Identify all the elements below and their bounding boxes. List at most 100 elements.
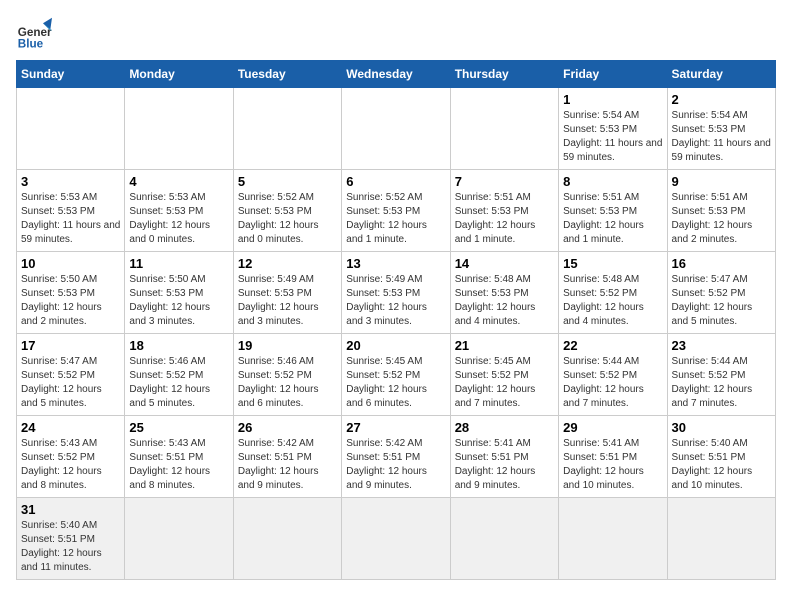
calendar-cell: 9 Sunrise: 5:51 AM Sunset: 5:53 PM Daylig… — [667, 170, 775, 252]
day-info: Sunrise: 5:42 AM Sunset: 5:51 PM Dayligh… — [238, 437, 337, 493]
day-info: Sunrise: 5:50 AM Sunset: 5:53 PM Dayligh… — [129, 273, 228, 329]
calendar-cell: 25 Sunrise: 5:43 AM Sunset: 5:51 PM Dayli… — [125, 416, 233, 498]
day-info: Sunrise: 5:49 AM Sunset: 5:53 PM Dayligh… — [238, 273, 337, 329]
day-info: Sunrise: 5:45 AM Sunset: 5:52 PM Dayligh… — [455, 355, 554, 411]
calendar-cell — [125, 88, 233, 170]
calendar-cell — [125, 498, 233, 580]
day-number: 18 — [129, 338, 228, 353]
calendar-cell: 12 Sunrise: 5:49 AM Sunset: 5:53 PM Dayli… — [233, 252, 341, 334]
day-info: Sunrise: 5:48 AM Sunset: 5:52 PM Dayligh… — [563, 273, 662, 329]
calendar-cell: 3 Sunrise: 5:53 AM Sunset: 5:53 PM Daylig… — [17, 170, 125, 252]
weekday-header-friday: Friday — [559, 61, 667, 88]
calendar-cell: 21 Sunrise: 5:45 AM Sunset: 5:52 PM Dayli… — [450, 334, 558, 416]
day-info: Sunrise: 5:51 AM Sunset: 5:53 PM Dayligh… — [672, 191, 771, 247]
week-row-6: 31 Sunrise: 5:40 AM Sunset: 5:51 PM Dayli… — [17, 498, 776, 580]
day-number: 27 — [346, 420, 445, 435]
day-number: 1 — [563, 92, 662, 107]
day-info: Sunrise: 5:41 AM Sunset: 5:51 PM Dayligh… — [563, 437, 662, 493]
calendar-cell: 10 Sunrise: 5:50 AM Sunset: 5:53 PM Dayli… — [17, 252, 125, 334]
day-number: 6 — [346, 174, 445, 189]
day-info: Sunrise: 5:54 AM Sunset: 5:53 PM Dayligh… — [563, 109, 662, 165]
day-info: Sunrise: 5:51 AM Sunset: 5:53 PM Dayligh… — [563, 191, 662, 247]
svg-text:Blue: Blue — [18, 38, 44, 51]
day-number: 2 — [672, 92, 771, 107]
calendar-cell: 5 Sunrise: 5:52 AM Sunset: 5:53 PM Daylig… — [233, 170, 341, 252]
day-number: 9 — [672, 174, 771, 189]
week-row-5: 24 Sunrise: 5:43 AM Sunset: 5:52 PM Dayli… — [17, 416, 776, 498]
calendar-cell: 22 Sunrise: 5:44 AM Sunset: 5:52 PM Dayli… — [559, 334, 667, 416]
day-number: 15 — [563, 256, 662, 271]
day-number: 10 — [21, 256, 120, 271]
calendar-cell — [342, 88, 450, 170]
calendar: SundayMondayTuesdayWednesdayThursdayFrid… — [16, 60, 776, 580]
day-number: 31 — [21, 502, 120, 517]
day-info: Sunrise: 5:53 AM Sunset: 5:53 PM Dayligh… — [21, 191, 120, 247]
day-info: Sunrise: 5:45 AM Sunset: 5:52 PM Dayligh… — [346, 355, 445, 411]
day-info: Sunrise: 5:44 AM Sunset: 5:52 PM Dayligh… — [672, 355, 771, 411]
day-info: Sunrise: 5:53 AM Sunset: 5:53 PM Dayligh… — [129, 191, 228, 247]
day-number: 13 — [346, 256, 445, 271]
calendar-cell: 4Sunrise: 5:53 AM Sunset: 5:53 PM Daylig… — [125, 170, 233, 252]
day-number: 16 — [672, 256, 771, 271]
day-number: 22 — [563, 338, 662, 353]
day-number: 14 — [455, 256, 554, 271]
day-info: Sunrise: 5:49 AM Sunset: 5:53 PM Dayligh… — [346, 273, 445, 329]
calendar-cell — [342, 498, 450, 580]
day-number: 8 — [563, 174, 662, 189]
calendar-cell — [450, 88, 558, 170]
day-number: 30 — [672, 420, 771, 435]
day-info: Sunrise: 5:47 AM Sunset: 5:52 PM Dayligh… — [21, 355, 120, 411]
calendar-cell: 11 Sunrise: 5:50 AM Sunset: 5:53 PM Dayli… — [125, 252, 233, 334]
weekday-header-thursday: Thursday — [450, 61, 558, 88]
weekday-header-wednesday: Wednesday — [342, 61, 450, 88]
calendar-cell: 23 Sunrise: 5:44 AM Sunset: 5:52 PM Dayli… — [667, 334, 775, 416]
calendar-cell: 26 Sunrise: 5:42 AM Sunset: 5:51 PM Dayli… — [233, 416, 341, 498]
day-number: 7 — [455, 174, 554, 189]
calendar-cell — [233, 88, 341, 170]
day-number: 28 — [455, 420, 554, 435]
day-info: Sunrise: 5:52 AM Sunset: 5:53 PM Dayligh… — [238, 191, 337, 247]
calendar-cell: 19 Sunrise: 5:46 AM Sunset: 5:52 PM Dayli… — [233, 334, 341, 416]
day-info: Sunrise: 5:40 AM Sunset: 5:51 PM Dayligh… — [21, 519, 120, 575]
day-number: 12 — [238, 256, 337, 271]
day-info: Sunrise: 5:51 AM Sunset: 5:53 PM Dayligh… — [455, 191, 554, 247]
calendar-cell: 28 Sunrise: 5:41 AM Sunset: 5:51 PM Dayli… — [450, 416, 558, 498]
day-info: Sunrise: 5:46 AM Sunset: 5:52 PM Dayligh… — [129, 355, 228, 411]
calendar-cell: 27 Sunrise: 5:42 AM Sunset: 5:51 PM Dayli… — [342, 416, 450, 498]
calendar-cell: 30Sunrise: 5:40 AM Sunset: 5:51 PM Dayli… — [667, 416, 775, 498]
day-info: Sunrise: 5:44 AM Sunset: 5:52 PM Dayligh… — [563, 355, 662, 411]
weekday-header-sunday: Sunday — [17, 61, 125, 88]
day-number: 24 — [21, 420, 120, 435]
calendar-cell — [17, 88, 125, 170]
day-info: Sunrise: 5:43 AM Sunset: 5:51 PM Dayligh… — [129, 437, 228, 493]
day-info: Sunrise: 5:46 AM Sunset: 5:52 PM Dayligh… — [238, 355, 337, 411]
day-number: 25 — [129, 420, 228, 435]
day-info: Sunrise: 5:41 AM Sunset: 5:51 PM Dayligh… — [455, 437, 554, 493]
calendar-cell — [233, 498, 341, 580]
calendar-cell: 8 Sunrise: 5:51 AM Sunset: 5:53 PM Daylig… — [559, 170, 667, 252]
day-info: Sunrise: 5:50 AM Sunset: 5:53 PM Dayligh… — [21, 273, 120, 329]
day-info: Sunrise: 5:43 AM Sunset: 5:52 PM Dayligh… — [21, 437, 120, 493]
calendar-cell: 1 Sunrise: 5:54 AM Sunset: 5:53 PM Daylig… — [559, 88, 667, 170]
week-row-1: 1 Sunrise: 5:54 AM Sunset: 5:53 PM Daylig… — [17, 88, 776, 170]
day-number: 19 — [238, 338, 337, 353]
weekday-header-monday: Monday — [125, 61, 233, 88]
day-info: Sunrise: 5:47 AM Sunset: 5:52 PM Dayligh… — [672, 273, 771, 329]
day-number: 23 — [672, 338, 771, 353]
calendar-cell — [667, 498, 775, 580]
day-number: 21 — [455, 338, 554, 353]
day-info: Sunrise: 5:48 AM Sunset: 5:53 PM Dayligh… — [455, 273, 554, 329]
calendar-cell — [450, 498, 558, 580]
day-number: 20 — [346, 338, 445, 353]
calendar-cell: 7 Sunrise: 5:51 AM Sunset: 5:53 PM Daylig… — [450, 170, 558, 252]
calendar-cell: 29Sunrise: 5:41 AM Sunset: 5:51 PM Dayli… — [559, 416, 667, 498]
day-info: Sunrise: 5:42 AM Sunset: 5:51 PM Dayligh… — [346, 437, 445, 493]
day-number: 3 — [21, 174, 120, 189]
logo: General Blue — [16, 16, 56, 52]
day-info: Sunrise: 5:54 AM Sunset: 5:53 PM Dayligh… — [672, 109, 771, 165]
day-number: 26 — [238, 420, 337, 435]
day-number: 5 — [238, 174, 337, 189]
day-number: 11 — [129, 256, 228, 271]
week-row-4: 17Sunrise: 5:47 AM Sunset: 5:52 PM Dayli… — [17, 334, 776, 416]
logo-icon: General Blue — [16, 16, 52, 52]
